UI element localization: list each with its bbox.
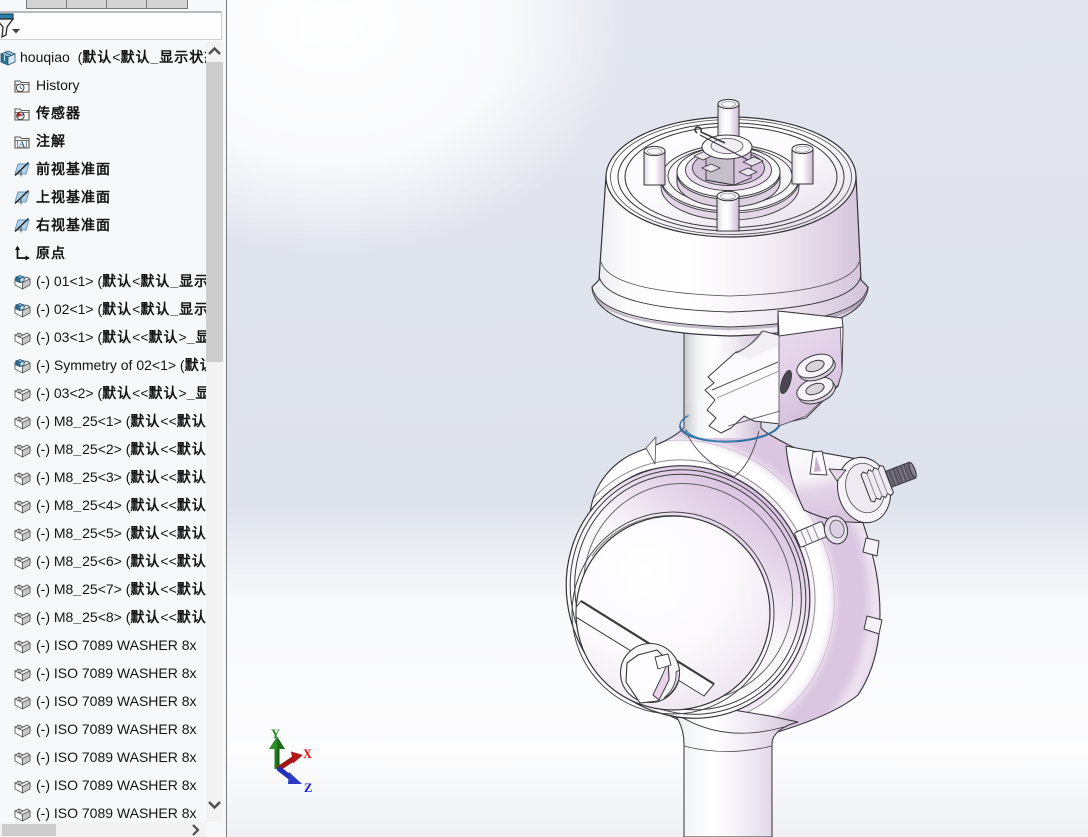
svg-text:Y: Y xyxy=(271,727,280,741)
svg-text:Z: Z xyxy=(304,781,312,795)
svg-text:X: X xyxy=(303,747,312,761)
